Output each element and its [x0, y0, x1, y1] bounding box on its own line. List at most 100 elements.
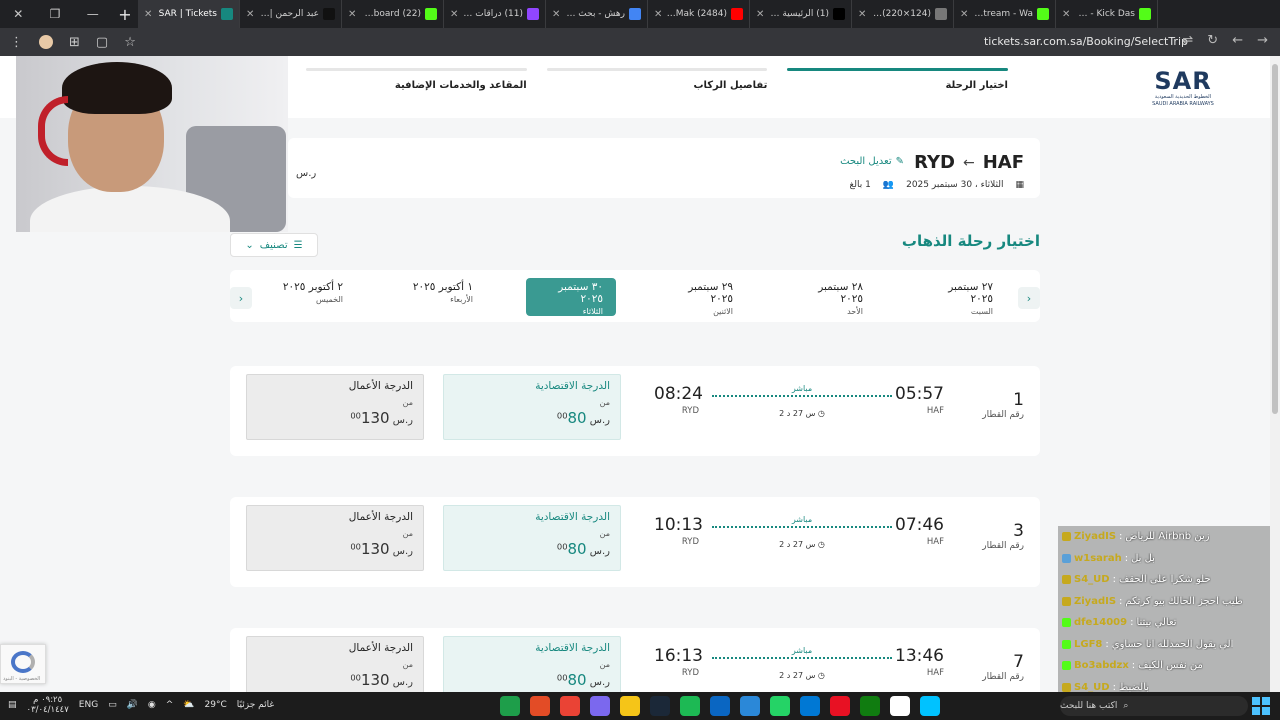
recaptcha-badge[interactable]: الخصوصية - البنود [0, 644, 46, 684]
pinned-app-icon[interactable] [860, 696, 880, 716]
browser-tab[interactable]: Stream - Kick Das✕ [1056, 0, 1158, 28]
date-option[interactable]: ٢٩ سبتمبر ٢٠٢٥ الاثنين [656, 278, 746, 316]
user-badge-icon [1062, 575, 1071, 585]
date-option[interactable]: ٣٠ سبتمبر ٢٠٢٥ الثلاثاء [526, 278, 616, 316]
maximize-window-icon[interactable]: ❐ [50, 7, 61, 21]
step-seats-services: المقاعد والخدمات الإضافية [305, 68, 527, 108]
trip-duration: مباشر 2 س 27 د ◷ [712, 384, 892, 424]
site-settings-icon[interactable]: ⇌ [1182, 33, 1193, 48]
windows-start-button[interactable] [1252, 697, 1270, 715]
pinned-app-icon[interactable] [890, 696, 910, 716]
webcam-overlay [16, 56, 288, 232]
pinned-app-icon[interactable] [530, 696, 550, 716]
language-indicator[interactable]: ENG [79, 700, 98, 710]
taskbar-search[interactable]: ⌕ اكتب هنا للبحث [1060, 696, 1248, 716]
step-select-trip: اختيار الرحلة [787, 68, 1008, 108]
sort-button[interactable]: ⌄ تصنيف ☰ [230, 233, 318, 257]
pinned-app-icon[interactable] [680, 696, 700, 716]
weather-icon[interactable]: ⛅ [183, 700, 194, 710]
economy-fare-button[interactable]: الدرجة الاقتصادية من ر.س 0080 [443, 636, 621, 692]
tab-close-icon[interactable]: ✕ [654, 9, 662, 20]
bookmark-star-icon[interactable]: ☆ [124, 35, 136, 50]
forward-icon[interactable]: ← [1232, 33, 1243, 48]
tab-close-icon[interactable]: ✕ [144, 9, 152, 20]
user-badge-icon [1062, 618, 1071, 628]
edit-search-link[interactable]: ✎ تعديل البحث [840, 156, 904, 167]
url-field[interactable]: tickets.sar.com.sa/Booking/SelectTrip [984, 35, 1188, 48]
filter-sliders-icon: ☰ [293, 239, 303, 251]
browser-tab[interactable]: رهش - بحث Google✕ [546, 0, 648, 28]
business-fare-button[interactable]: الدرجة الأعمال من ر.س 00130 [246, 636, 424, 692]
browser-tab[interactable]: fullsize (220×124)✕ [852, 0, 954, 28]
pinned-apps [500, 696, 940, 716]
date-option[interactable]: ٢ أكتوبر ٢٠٢٥ الخميس [266, 278, 356, 316]
menu-icon[interactable]: ⋮ [10, 35, 23, 50]
battery-icon[interactable]: ▭ [108, 700, 117, 710]
pinned-app-icon[interactable] [650, 696, 670, 716]
browser-tab[interactable]: (1) الرئيسية / X✕ [750, 0, 852, 28]
stream-chat-overlay: ZiyadIS: زين Airbnb للرياض w1sarah: بل بل S4… [1058, 526, 1270, 720]
weather-text[interactable]: غائم جزئيًا [237, 700, 274, 710]
business-fare-button[interactable]: الدرجة الأعمال من ر.س 00130 [246, 505, 424, 571]
user-badge-icon [1062, 532, 1071, 542]
tab-close-icon[interactable]: ✕ [960, 9, 968, 20]
browser-tab[interactable]: SAR | Tickets ✕ [138, 0, 240, 28]
chat-message: ZiyadIS: زين Airbnb للرياض [1058, 526, 1270, 548]
date-option[interactable]: ٢٨ سبتمبر ٢٠٢٥ الأحد [786, 278, 876, 316]
page-scrollbar[interactable] [1270, 56, 1280, 692]
date-option[interactable]: ٢٧ سبتمبر ٢٠٢٥ السبت [916, 278, 1006, 316]
trip-card: 3 رقم القطار 07:46 HAF مباشر 2 س 27 د ◷ 10:13 R… [230, 497, 1040, 587]
back-icon[interactable]: → [1257, 33, 1268, 48]
chevron-down-icon: ⌄ [245, 239, 254, 251]
extension-puzzle-icon[interactable]: ▢ [96, 35, 108, 50]
user-badge-icon [1062, 682, 1071, 692]
pinned-app-icon[interactable] [710, 696, 730, 716]
network-icon[interactable]: ◉ [148, 700, 156, 710]
sar-logo[interactable]: SAR الخطوط الحديدية السعودية SAUDI ARABI… [1150, 68, 1216, 108]
train-number: 7 رقم القطار [982, 652, 1024, 682]
tab-close-icon[interactable]: ✕ [246, 9, 254, 20]
previous-dates-button[interactable]: › [1018, 287, 1040, 309]
browser-tab[interactable]: uv16 Stream - Wa✕ [954, 0, 1056, 28]
tab-close-icon[interactable]: ✕ [756, 9, 764, 20]
pinned-app-icon[interactable] [800, 696, 820, 716]
new-tab-button[interactable]: + [112, 5, 138, 24]
browser-tab[interactable]: (11) دراقات حلى✕ [444, 0, 546, 28]
volume-icon[interactable]: 🔊 [127, 700, 138, 710]
economy-fare-button[interactable]: الدرجة الاقتصادية من ر.س 0080 [443, 505, 621, 571]
browser-tab[interactable]: (22) Dashboard /✕ [342, 0, 444, 28]
tab-close-icon[interactable]: ✕ [858, 9, 866, 20]
notifications-icon[interactable]: ▤ [8, 700, 17, 710]
economy-fare-button[interactable]: الدرجة الاقتصادية من ر.س 0080 [443, 374, 621, 440]
search-meta: ▦ الثلاثاء ، 30 سبتمبر 2025 👥 1 بالغ [850, 180, 1025, 190]
tab-close-icon[interactable]: ✕ [1062, 9, 1070, 20]
pinned-app-icon[interactable] [560, 696, 580, 716]
browser-tab[interactable]: عبد الرحمن || TikTok✕ [240, 0, 342, 28]
pinned-app-icon[interactable] [920, 696, 940, 716]
tab-favicon-icon [323, 8, 335, 20]
pinned-app-icon[interactable] [740, 696, 760, 716]
pinned-app-icon[interactable] [620, 696, 640, 716]
tab-close-icon[interactable]: ✕ [450, 9, 458, 20]
pinned-app-icon[interactable] [770, 696, 790, 716]
tray-overflow-icon[interactable]: ^ [166, 700, 174, 710]
minimize-window-icon[interactable]: — [87, 7, 99, 21]
weather-temp[interactable]: 29°C [205, 700, 227, 710]
browser-tab-bar: ✕ ❐ — + Stream - Kick Das✕uv16 Stream - … [0, 0, 1280, 28]
pinned-app-icon[interactable] [590, 696, 610, 716]
browser-tab[interactable]: (2484) Islam Mak✕ [648, 0, 750, 28]
reload-icon[interactable]: ↻ [1207, 33, 1218, 48]
pinned-app-icon[interactable] [830, 696, 850, 716]
user-badge-icon [1062, 553, 1071, 563]
date-option[interactable]: ١ أكتوبر ٢٠٢٥ الأربعاء [396, 278, 486, 316]
tab-close-icon[interactable]: ✕ [552, 9, 560, 20]
edit-icon: ✎ [895, 156, 904, 167]
close-window-icon[interactable]: ✕ [13, 7, 23, 21]
clock[interactable]: ٠٩:٢٥ م ٠٣/٠٤/١٤٤٧ [27, 695, 69, 715]
extensions-icon[interactable]: ⊞ [69, 35, 80, 50]
next-dates-button[interactable]: › [230, 287, 252, 309]
pinned-app-icon[interactable] [500, 696, 520, 716]
profile-avatar[interactable] [39, 35, 53, 49]
business-fare-button[interactable]: الدرجة الأعمال من ر.س 00130 [246, 374, 424, 440]
tab-close-icon[interactable]: ✕ [348, 9, 356, 20]
